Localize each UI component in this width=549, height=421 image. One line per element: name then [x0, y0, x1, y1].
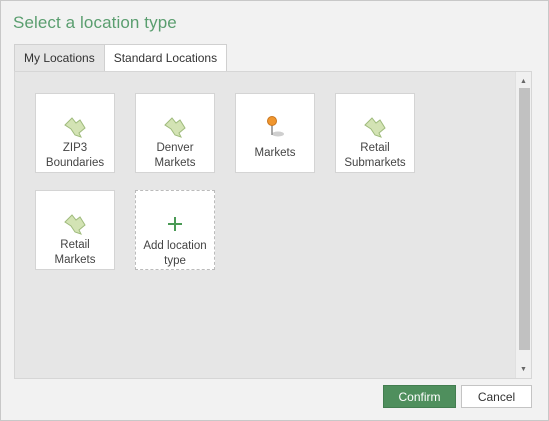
vertical-scrollbar[interactable]: ▲ ▼ [515, 72, 531, 378]
map-shape-icon [162, 114, 188, 140]
tile-label-line2: type [164, 255, 186, 267]
tab-bar: My Locations Standard Locations [14, 44, 228, 72]
tab-my-locations[interactable]: My Locations [14, 44, 105, 72]
add-location-type-button[interactable]: Add location type [135, 190, 215, 270]
dialog-title: Select a location type [13, 13, 177, 32]
tile-label: Add location type [136, 239, 214, 269]
map-shape-icon [62, 114, 88, 140]
tile-label-line1: Denver [156, 142, 194, 154]
location-types-panel: ZIP3 Boundaries Denver Markets Markets R… [14, 71, 532, 379]
tile-zip3-boundaries[interactable]: ZIP3 Boundaries [35, 93, 115, 173]
tile-label: Retail Submarkets [336, 141, 414, 171]
tile-label-line1: Retail [60, 239, 90, 251]
tile-label-line2: Submarkets [344, 157, 406, 169]
tile-denver-markets[interactable]: Denver Markets [135, 93, 215, 173]
tab-standard-locations[interactable]: Standard Locations [104, 44, 228, 72]
tile-label: Denver Markets [136, 141, 214, 171]
map-pin-icon [262, 114, 288, 140]
scroll-up-arrow-icon[interactable]: ▲ [516, 74, 531, 88]
cancel-button[interactable]: Cancel [461, 385, 532, 408]
tile-label-line1: Add location [143, 240, 207, 252]
tile-label: ZIP3 Boundaries [36, 141, 114, 171]
tile-retail-submarkets[interactable]: Retail Submarkets [335, 93, 415, 173]
map-shape-icon [362, 114, 388, 140]
tile-label-line1: ZIP3 [62, 142, 88, 154]
select-location-type-dialog: Select a location type My Locations Stan… [0, 0, 549, 421]
tile-markets[interactable]: Markets [235, 93, 315, 173]
tile-label: Retail Markets [36, 238, 114, 268]
tile-label-line2: Markets [154, 157, 196, 169]
tile-label: Markets [236, 146, 314, 161]
scroll-down-arrow-icon[interactable]: ▼ [516, 362, 531, 376]
tile-label-line2: Boundaries [45, 157, 105, 169]
plus-icon [162, 213, 188, 235]
scroll-thumb[interactable] [519, 88, 530, 350]
confirm-button[interactable]: Confirm [383, 385, 456, 408]
tile-label-line1: Markets [254, 147, 296, 159]
tile-label-line1: Retail [360, 142, 390, 154]
tile-label-line2: Markets [54, 254, 96, 266]
map-shape-icon [62, 211, 88, 237]
tile-retail-markets[interactable]: Retail Markets [35, 190, 115, 270]
